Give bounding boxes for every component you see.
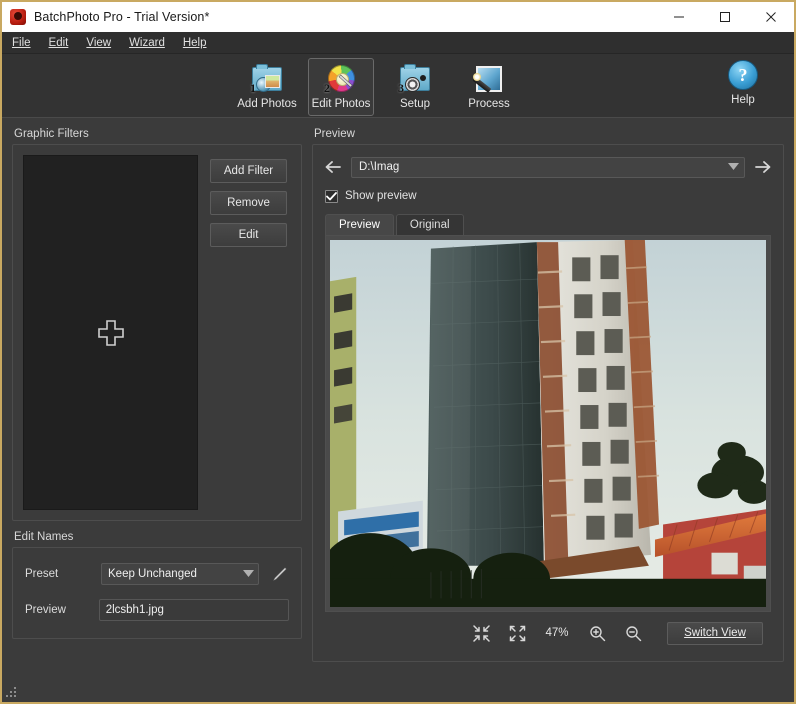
edit-names-section: Edit Names Preset Keep Unchanged Preview…	[12, 529, 302, 639]
filter-actions: Add Filter Remove Edit	[210, 159, 287, 510]
arrow-left-icon[interactable]	[325, 159, 341, 175]
toolbar-button-process[interactable]: Process	[456, 58, 522, 116]
path-select[interactable]: D:\Imag	[351, 156, 745, 178]
window-title: BatchPhoto Pro - Trial Version*	[34, 10, 210, 24]
menu-edit-label: Edit	[48, 36, 69, 49]
preview-image	[330, 240, 766, 607]
title-bar: BatchPhoto Pro - Trial Version*	[2, 2, 794, 32]
menu-view[interactable]: View	[86, 35, 121, 51]
preview-group: D:\Imag Show preview Preview Original 47…	[312, 144, 784, 662]
edit-names-title: Edit Names	[14, 531, 74, 543]
preset-selected-value: Keep Unchanged	[108, 568, 197, 580]
main-toolbar: 1 Add Photos 2 Edit Photos 3 Setup Proce…	[2, 54, 794, 118]
graphic-filters-title: Graphic Filters	[14, 128, 89, 140]
step-number-3: 3	[398, 81, 404, 95]
chevron-down-icon	[728, 161, 739, 173]
toolbar-label-edit-photos: Edit Photos	[311, 98, 371, 110]
graphic-filters-group: Add Filter Remove Edit	[12, 144, 302, 521]
resize-grip-icon[interactable]	[6, 685, 20, 699]
preset-select[interactable]: Keep Unchanged	[101, 563, 259, 585]
menu-help[interactable]: Help	[183, 35, 217, 51]
tab-original[interactable]: Original	[395, 214, 464, 235]
toolbar-button-setup[interactable]: 3 Setup	[382, 58, 448, 116]
preview-tabs: Preview Original	[325, 213, 771, 235]
switch-view-button[interactable]: Switch View	[667, 621, 763, 645]
chevron-down-icon	[243, 568, 254, 580]
zoom-toolbar: 47% Switch View	[325, 615, 771, 651]
color-palette-brush-icon: 2	[324, 63, 358, 95]
left-panel: Graphic Filters Add Filter Remove Edit E…	[12, 126, 302, 662]
edit-filter-button[interactable]: Edit	[210, 223, 287, 247]
show-preview-row[interactable]: Show preview	[325, 188, 771, 204]
magic-wand-process-icon	[472, 63, 506, 95]
add-filter-button[interactable]: Add Filter	[210, 159, 287, 183]
minimize-icon[interactable]	[656, 2, 702, 32]
preview-name-label: Preview	[25, 604, 66, 616]
magnifier-plus-icon[interactable]	[579, 621, 615, 645]
window-controls	[656, 2, 794, 32]
menu-bar: File Edit View Wizard Help	[2, 32, 794, 54]
switch-view-label: Switch View	[684, 627, 746, 639]
menu-file[interactable]: File	[12, 35, 41, 51]
toolbar-label-setup: Setup	[399, 98, 431, 110]
remove-filter-button[interactable]: Remove	[210, 191, 287, 215]
preview-name-input[interactable]: 2lcsbh1.jpg	[98, 599, 289, 621]
status-bar	[2, 662, 794, 702]
camera-add-photos-icon: 1	[250, 63, 284, 95]
preview-canvas[interactable]	[325, 235, 771, 612]
expand-outward-arrows-icon[interactable]	[499, 621, 535, 645]
batchphoto-logo-icon	[10, 9, 26, 25]
magnifier-minus-icon[interactable]	[615, 621, 651, 645]
menu-edit[interactable]: Edit	[49, 35, 79, 51]
menu-view-label: View	[86, 36, 112, 49]
toolbar-label-add-photos: Add Photos	[237, 98, 297, 110]
help-question-icon: ?	[728, 60, 758, 90]
show-preview-label: Show preview	[345, 190, 417, 202]
menu-file-label: File	[12, 36, 31, 49]
path-navigation-row: D:\Imag	[325, 155, 771, 179]
fit-inward-arrows-icon[interactable]	[463, 621, 499, 645]
photo-illustration	[330, 240, 766, 607]
filter-list[interactable]	[23, 155, 198, 510]
plus-cursor-icon	[97, 319, 124, 346]
arrow-right-icon[interactable]	[755, 159, 771, 175]
tab-preview[interactable]: Preview	[325, 214, 394, 235]
camera-gear-setup-icon: 3	[398, 63, 432, 95]
zoom-level: 47%	[545, 627, 569, 639]
maximize-icon[interactable]	[702, 2, 748, 32]
preset-row: Preset Keep Unchanged	[25, 562, 289, 586]
close-icon[interactable]	[748, 2, 794, 32]
pencil-edit-icon[interactable]	[271, 565, 289, 583]
preview-name-row: Preview 2lcsbh1.jpg	[25, 598, 289, 622]
preview-title: Preview	[314, 128, 355, 140]
menu-wizard[interactable]: Wizard	[129, 35, 175, 51]
menu-wizard-label: Wizard	[129, 36, 165, 49]
preview-panel: Preview D:\Imag Show preview Preview Ori…	[312, 126, 784, 662]
step-number-2: 2	[324, 81, 330, 95]
main-content: Graphic Filters Add Filter Remove Edit E…	[2, 118, 794, 662]
toolbar-button-edit-photos[interactable]: 2 Edit Photos	[308, 58, 374, 116]
preset-label: Preset	[25, 568, 59, 580]
toolbar-button-add-photos[interactable]: 1 Add Photos	[234, 58, 300, 116]
edit-names-group: Preset Keep Unchanged Preview 2lcsbh1.jp…	[12, 547, 302, 639]
toolbar-label-process: Process	[468, 98, 510, 110]
menu-help-label: Help	[182, 36, 207, 49]
toolbar-label-help: Help	[731, 94, 755, 106]
toolbar-button-help[interactable]: ? Help	[714, 60, 772, 106]
path-value: D:\Imag	[359, 161, 400, 173]
step-number-1: 1	[250, 81, 256, 95]
application-window: BatchPhoto Pro - Trial Version* File Edi…	[0, 0, 796, 704]
show-preview-checkbox[interactable]	[325, 189, 338, 203]
